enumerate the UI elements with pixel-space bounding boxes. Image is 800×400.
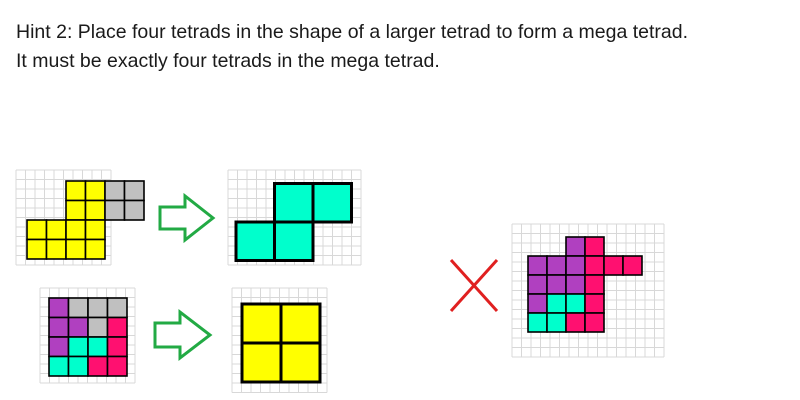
grid-cell [65,219,87,241]
grid-cell [584,312,605,333]
red-x-icon [449,258,499,313]
grid-cell [87,355,109,377]
grid-cell [123,199,145,221]
grid-cell [106,316,128,338]
grid-cell [603,255,624,276]
grid-cell [48,355,70,377]
grid-cell [106,297,128,319]
grid-cell [584,255,605,276]
grid-cell [527,293,548,314]
mega-cell [234,220,276,262]
grid-cell [123,180,145,202]
grid-cell [527,255,548,276]
grid-cell [84,219,106,241]
mega-cell [240,341,283,384]
grid-cell [48,316,70,338]
grid-cell [106,336,128,358]
grid-cell [546,312,567,333]
grid-cell [48,336,70,358]
grid-cell [565,255,586,276]
grid-cell [565,274,586,295]
mega-cell [279,341,322,384]
grid-cell [84,238,106,260]
mega-cell [311,182,353,224]
grid-cell [65,180,87,202]
grid-cell [584,236,605,257]
grid-cell [584,274,605,295]
mega-cell [273,182,315,224]
grid-cell [67,316,89,338]
grid-cell [65,199,87,221]
grid-cell [87,297,109,319]
grid-cell [622,255,643,276]
grid-cell [527,274,548,295]
grid-cell [565,293,586,314]
grid-cell [565,312,586,333]
grid-cell [84,180,106,202]
grid-cell [565,236,586,257]
mega-cell [273,220,315,262]
puzzle-figure [15,169,665,393]
grid-cell [87,336,109,358]
mega-cell [240,302,283,345]
grid-cell [546,293,567,314]
grid-cell [106,355,128,377]
grid-cell [65,238,87,260]
grid-cell [84,199,106,221]
grid-cell [26,238,48,260]
grid-cell [87,316,109,338]
arrow-right-outline-icon [153,308,213,362]
grid-cell [45,238,67,260]
grid-cell [67,355,89,377]
grid-cell [48,297,70,319]
grid-cell [45,219,67,241]
grid-cell [67,297,89,319]
grid-cell [26,219,48,241]
grid-cell [546,274,567,295]
grid-cell [104,180,126,202]
arrow-right-outline-icon [158,192,216,244]
grid-cell [67,336,89,358]
mega-cell [279,302,322,345]
grid-cell [104,199,126,221]
grid-cell [527,312,548,333]
grid-cell [546,255,567,276]
mega-tetrads [234,182,353,384]
grid-cell [584,293,605,314]
